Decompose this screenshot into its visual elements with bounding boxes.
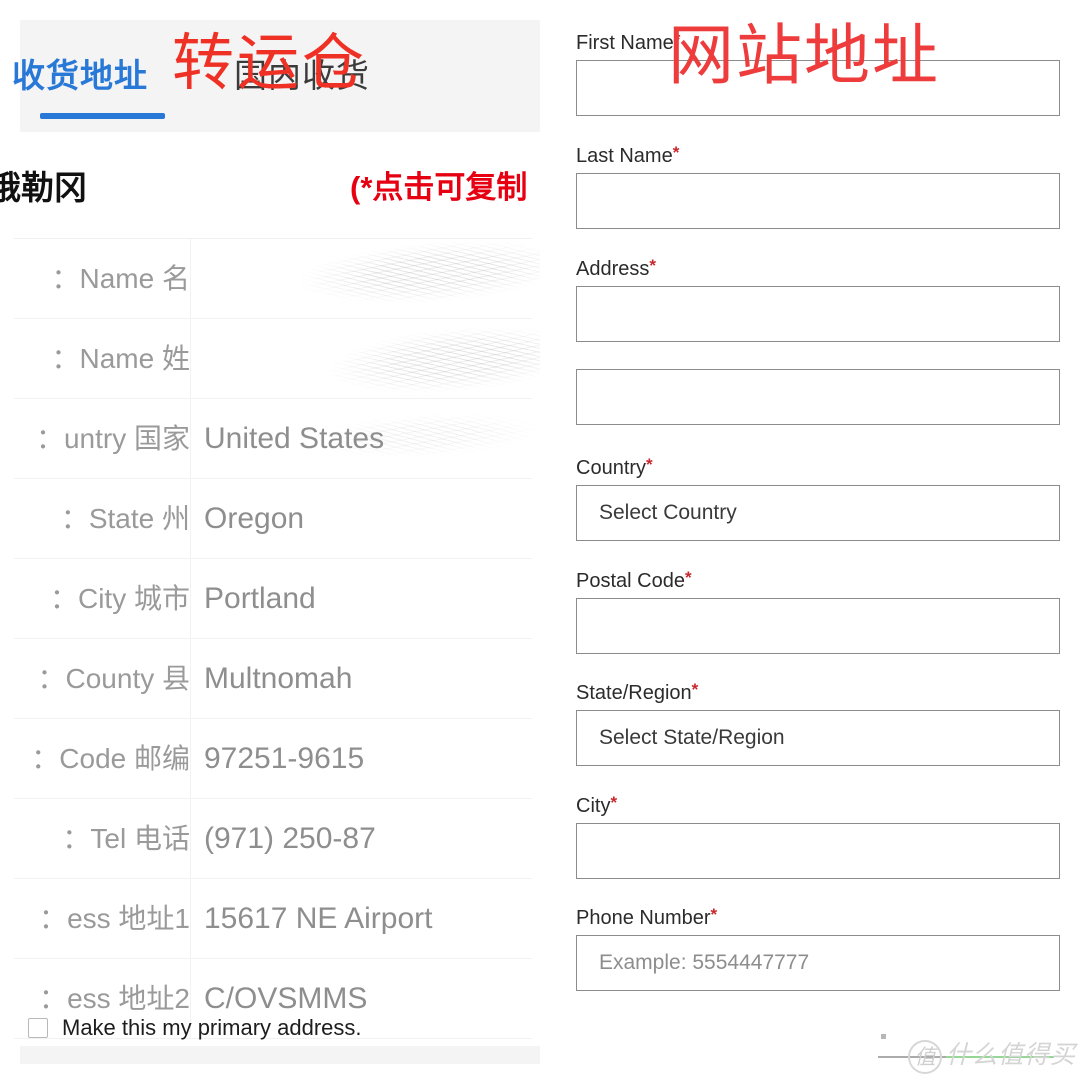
primary-address-label: Make this my primary address. [62, 1015, 362, 1040]
field-label: City* [576, 793, 1060, 819]
text-input[interactable] [576, 173, 1060, 229]
form-field-address: Address* [576, 256, 1060, 342]
form-field-state-region: State/Region* Select State/Region [576, 680, 1060, 766]
form-field-address-line-2 [576, 369, 1060, 425]
field-label-text: Phone Number [576, 907, 711, 929]
field-label: Phone Number* [576, 905, 1060, 931]
table-row[interactable]: Code 邮编： 97251-9615 [14, 719, 532, 799]
table-column-divider [190, 559, 191, 639]
required-asterisk-icon: * [649, 256, 656, 275]
annotation-website-address: 网站地址 [668, 18, 940, 92]
text-input[interactable]: Example: 5554447777 [576, 935, 1060, 991]
address-field-value[interactable]: (971) 250-87 [204, 799, 540, 879]
table-row[interactable]: Tel 电话： (971) 250-87 [14, 799, 532, 879]
field-label: Last Name* [576, 143, 1060, 169]
required-asterisk-icon: * [684, 568, 692, 587]
field-label-text: Address [576, 258, 650, 280]
text-input[interactable] [576, 823, 1060, 879]
field-label: Address* [576, 256, 1060, 282]
field-label-text: City [576, 795, 611, 817]
address-field-label: ess 地址1： [39, 903, 190, 934]
address-field-label: County 县： [37, 663, 190, 694]
table-row[interactable]: City 城市： Portland [14, 559, 532, 639]
form-field-country: Country* Select Country [576, 455, 1060, 541]
address-field-value[interactable] [204, 319, 540, 399]
field-label-text: Postal Code [576, 570, 685, 592]
address-field-label: Name 姓： [51, 343, 191, 374]
address-detail-table: Name 名： Name 姓： untry 国家： United States Stat… [14, 238, 532, 1039]
form-field-city: City* [576, 793, 1060, 879]
select-input[interactable]: Select State/Region [576, 710, 1060, 766]
tab-active-underline [40, 113, 165, 119]
field-label: Postal Code* [576, 568, 1060, 594]
tab-overseas-address[interactable]: 收货地址 [12, 54, 148, 98]
text-input[interactable] [576, 369, 1060, 425]
address-field-value[interactable] [204, 239, 540, 319]
table-column-divider [190, 879, 191, 959]
required-asterisk-icon: * [710, 905, 718, 924]
table-row[interactable]: Name 姓： [14, 319, 532, 399]
text-input[interactable] [576, 598, 1060, 654]
copy-hint-text: (*点击可复制 [350, 170, 528, 205]
required-asterisk-icon: * [646, 455, 653, 474]
transit-warehouse-address-panel: 收货地址 国内收货 转运仓 俄勒冈 (*点击可复制 Name 名： Name 姓：… [0, 0, 540, 1080]
address-field-label: City 城市： [49, 583, 190, 614]
form-field-postal-code: Postal Code* [576, 568, 1060, 654]
table-column-divider [190, 479, 191, 559]
primary-address-row[interactable]: Make this my primary address. [28, 1015, 362, 1041]
address-field-value[interactable]: Multnomah [204, 639, 540, 719]
watermark-logo-icon: 值 [908, 1040, 942, 1074]
field-label: Country* [576, 455, 1060, 481]
field-label-text: State/Region [576, 682, 692, 704]
field-label-text: Country [576, 457, 647, 479]
field-label-text: Last Name [576, 145, 673, 167]
table-column-divider [190, 639, 191, 719]
address-field-value[interactable]: 97251-9615 [204, 719, 540, 799]
field-label: State/Region* [576, 680, 1060, 706]
address-field-value[interactable]: 15617 NE Airport [204, 879, 540, 959]
table-row[interactable]: untry 国家： United States [14, 399, 532, 479]
required-asterisk-icon: * [610, 793, 618, 812]
select-input[interactable]: Select Country [576, 485, 1060, 541]
table-column-divider [190, 719, 191, 799]
table-column-divider [190, 399, 191, 479]
required-asterisk-icon: * [672, 143, 680, 162]
table-row[interactable]: County 县： Multnomah [14, 639, 532, 719]
address-field-label: untry 国家： [35, 423, 190, 454]
field-label-text: First Name [576, 32, 674, 54]
address-card-title: 俄勒冈 [0, 169, 87, 206]
table-row[interactable]: Name 名： [14, 239, 532, 319]
watermark-text: 什么值得买 [946, 1042, 1077, 1069]
smzdm-watermark: 值 什么值得买 [878, 1034, 1077, 1076]
address-field-label: Code 邮编： [31, 743, 190, 774]
address-field-label: Name 名： [51, 263, 191, 294]
required-asterisk-icon: * [691, 680, 699, 699]
website-address-form-panel: First Name* Last Name* Address* Country* Sel… [548, 0, 1080, 1080]
text-input[interactable] [576, 286, 1060, 342]
address-field-label: State 州： [60, 503, 190, 534]
table-column-divider [190, 799, 191, 879]
table-row[interactable]: ess 地址1： 15617 NE Airport [14, 879, 532, 959]
form-field-last-name: Last Name* [576, 143, 1060, 229]
table-column-divider [190, 239, 191, 319]
table-row[interactable]: State 州： Oregon [14, 479, 532, 559]
address-field-value[interactable]: Portland [204, 559, 540, 639]
address-field-value[interactable]: Oregon [204, 479, 540, 559]
form-field-phone-number: Phone Number* Example: 5554447777 [576, 905, 1060, 991]
watermark-dot [881, 1034, 886, 1039]
address-field-value[interactable]: United States [204, 399, 540, 479]
annotation-transit-warehouse: 转运仓 [172, 29, 368, 98]
address-field-label: Tel 电话： [62, 823, 190, 854]
table-column-divider [190, 319, 191, 399]
address-card-footer-bar [20, 1046, 540, 1064]
primary-address-checkbox[interactable] [28, 1018, 48, 1038]
